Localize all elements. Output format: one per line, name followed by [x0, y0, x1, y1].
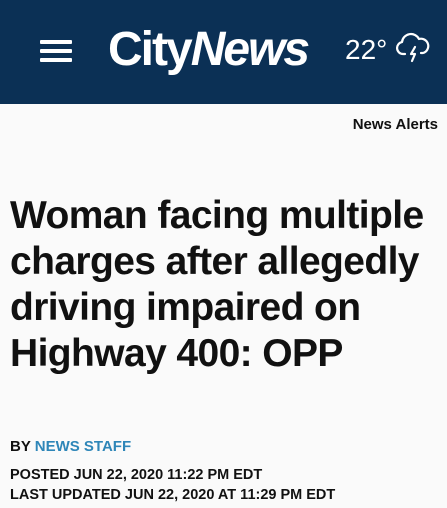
article-byline: BY NEWS STAFF	[10, 438, 131, 455]
logo-news-text: News	[190, 23, 310, 76]
updated-timestamp: LAST UPDATED JUN 22, 2020 AT 11:29 PM ED…	[10, 487, 336, 503]
news-alerts-link[interactable]: News Alerts	[353, 116, 438, 133]
article-headline: Woman facing multiple charges after alle…	[10, 194, 424, 375]
author-link[interactable]: NEWS STAFF	[35, 438, 131, 455]
citynews-logo[interactable]: CityNews	[108, 22, 310, 78]
byline-prefix: BY	[10, 438, 31, 455]
weather-temperature[interactable]: 22°	[345, 34, 387, 66]
logo-city-text: City	[108, 23, 193, 76]
thunderstorm-cloud-icon[interactable]	[396, 30, 430, 64]
posted-timestamp: POSTED JUN 22, 2020 11:22 PM EDT	[10, 467, 263, 483]
site-header: CityNews 22°	[0, 0, 447, 104]
hamburger-menu-icon[interactable]	[40, 40, 72, 64]
